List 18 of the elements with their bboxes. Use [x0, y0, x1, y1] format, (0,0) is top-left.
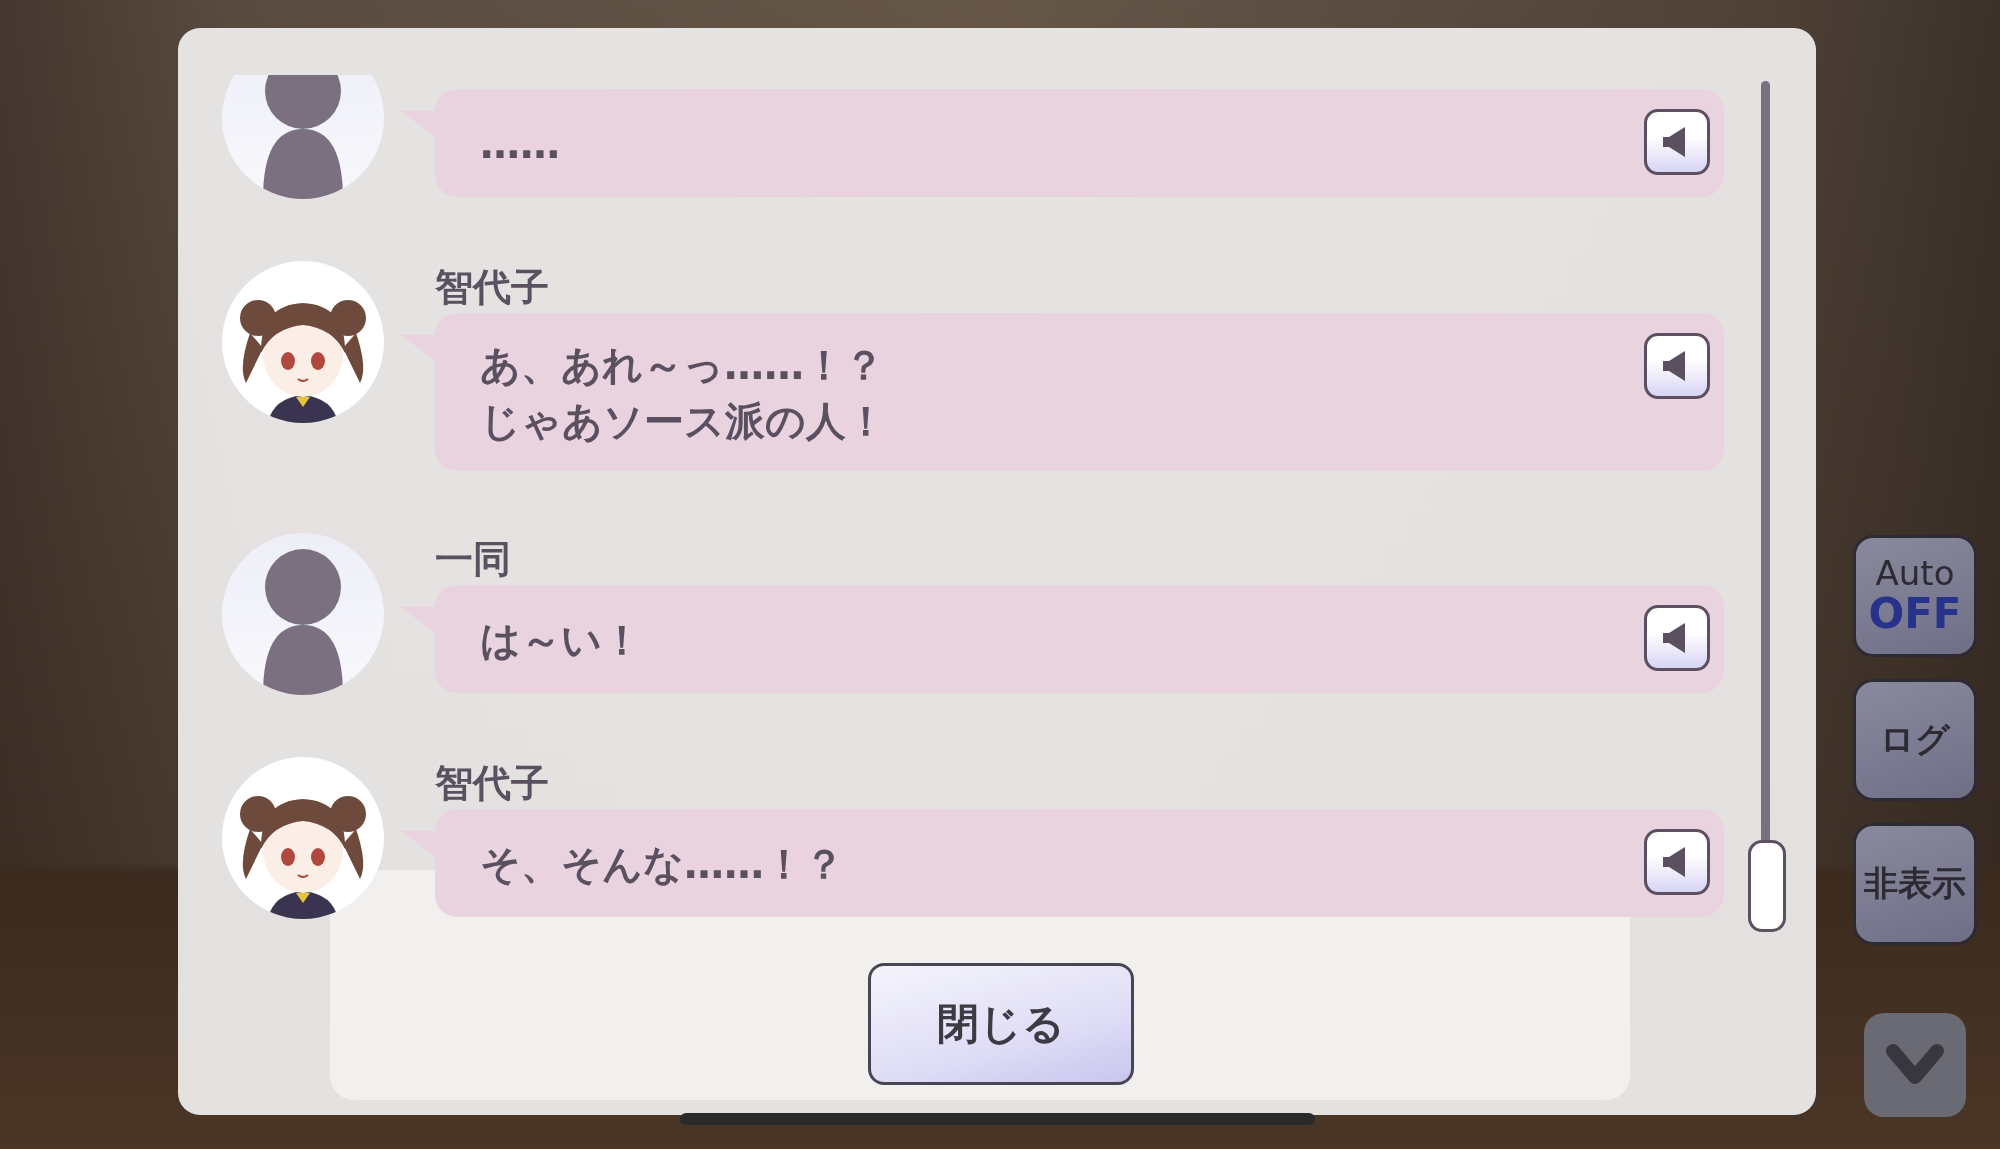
- speaker-name: 智代子: [435, 268, 549, 306]
- voice-play-button[interactable]: [1644, 109, 1710, 175]
- voice-play-button[interactable]: [1644, 829, 1710, 895]
- voice-play-button[interactable]: [1644, 333, 1710, 399]
- speaker-name: 智代子: [435, 764, 549, 802]
- message-text: あ、あれ～っ……！？: [480, 341, 885, 390]
- speaker-name: 一同: [435, 540, 511, 578]
- message-text: そ、そんな……！？: [480, 840, 845, 889]
- chevron-down-icon: [1885, 1043, 1945, 1087]
- scrollbar-thumb[interactable]: [1748, 840, 1786, 932]
- message-text: は～い！: [480, 616, 643, 665]
- message-text: じゃあソース派の人！: [480, 397, 887, 446]
- voice-play-button[interactable]: [1644, 605, 1710, 671]
- close-button[interactable]: 閉じる: [868, 963, 1134, 1085]
- message-text: ……: [480, 120, 561, 169]
- hide-button[interactable]: 非表示: [1853, 823, 1977, 945]
- log-button[interactable]: ログ: [1853, 679, 1977, 801]
- auto-toggle-button[interactable]: Auto OFF: [1853, 535, 1977, 657]
